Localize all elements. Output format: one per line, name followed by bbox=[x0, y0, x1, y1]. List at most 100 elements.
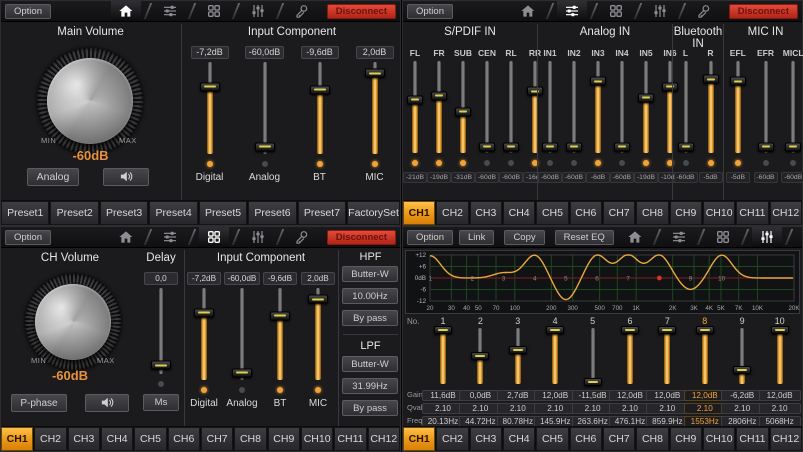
channel-tab-ch4[interactable]: CH4 bbox=[101, 427, 133, 451]
fader-handle[interactable] bbox=[546, 326, 564, 334]
speaker-button[interactable] bbox=[85, 394, 129, 412]
channel-tab-ch5[interactable]: CH5 bbox=[536, 427, 568, 451]
fader-handle[interactable] bbox=[758, 142, 774, 151]
fader-value[interactable]: -9,6dB bbox=[301, 46, 339, 59]
fader-value[interactable]: -7,2dB bbox=[191, 46, 229, 59]
channel-tab-ch2[interactable]: CH2 bbox=[436, 201, 468, 225]
nav-eq-tab[interactable] bbox=[752, 227, 782, 247]
fader-value[interactable]: -60dB bbox=[610, 172, 634, 183]
fader-track[interactable] bbox=[476, 61, 498, 153]
preset-tab-preset1[interactable]: Preset1 bbox=[1, 201, 49, 225]
preset-tab-factoryset[interactable]: FactorySet bbox=[347, 201, 400, 225]
nav-eq-tab[interactable] bbox=[243, 1, 273, 21]
fader-handle[interactable] bbox=[590, 77, 606, 86]
eq-band-fader[interactable] bbox=[731, 328, 753, 384]
eq-response-chart[interactable]: +12+60dB-6-1220304050701002003005007001K… bbox=[406, 251, 799, 313]
lpf-butter-w-button[interactable]: Butter-W bbox=[342, 356, 398, 372]
fader-handle[interactable] bbox=[703, 75, 719, 84]
hpf-by-pass-button[interactable]: By pass bbox=[342, 310, 398, 326]
option-button[interactable]: Option bbox=[407, 230, 453, 245]
fader-track[interactable] bbox=[500, 61, 522, 153]
fader-handle[interactable] bbox=[771, 326, 789, 334]
fader-value[interactable]: -60dB bbox=[781, 172, 803, 183]
nav-eq-tab[interactable] bbox=[243, 227, 273, 247]
preset-tab-preset7[interactable]: Preset7 bbox=[298, 201, 346, 225]
fader-value[interactable]: 2,0dB bbox=[301, 272, 335, 285]
fader-value[interactable]: 2,0dB bbox=[356, 46, 394, 59]
channel-tab-ch6[interactable]: CH6 bbox=[168, 427, 200, 451]
fader-track[interactable] bbox=[254, 62, 276, 154]
fader-value[interactable]: -60dB bbox=[499, 172, 523, 183]
disconnect-button[interactable]: Disconnect bbox=[327, 4, 396, 19]
fader-handle[interactable] bbox=[542, 142, 558, 151]
channel-tab-ch3[interactable]: CH3 bbox=[470, 427, 502, 451]
channel-tab-ch8[interactable]: CH8 bbox=[636, 427, 668, 451]
fader-track[interactable] bbox=[150, 288, 172, 374]
fader-value[interactable]: -6dB bbox=[586, 172, 610, 183]
fader-value[interactable]: -60dB bbox=[754, 172, 778, 183]
fader-handle[interactable] bbox=[509, 346, 527, 354]
channel-tab-ch5[interactable]: CH5 bbox=[134, 427, 166, 451]
fader-handle[interactable] bbox=[200, 82, 220, 91]
fader-handle[interactable] bbox=[232, 368, 252, 377]
nav-key-tab[interactable] bbox=[796, 227, 803, 247]
band-qval-value[interactable]: 2.10 bbox=[759, 403, 801, 414]
reset-eq-button[interactable]: Reset EQ bbox=[555, 230, 614, 245]
fader-track[interactable] bbox=[700, 61, 722, 153]
fader-handle[interactable] bbox=[614, 142, 630, 151]
fader-track[interactable] bbox=[364, 62, 386, 154]
fader-handle[interactable] bbox=[270, 311, 290, 320]
fader-track[interactable] bbox=[404, 61, 426, 153]
band-gain-value[interactable]: 12,0dB bbox=[759, 390, 801, 401]
fader-value[interactable]: -60dB bbox=[562, 172, 586, 183]
nav-grid-tab[interactable] bbox=[199, 227, 229, 247]
channel-tab-ch8[interactable]: CH8 bbox=[234, 427, 266, 451]
channel-tab-ch5[interactable]: CH5 bbox=[536, 201, 568, 225]
fader-value[interactable]: -19dB bbox=[634, 172, 658, 183]
fader-track[interactable] bbox=[675, 61, 697, 153]
fader-value[interactable]: -7,2dB bbox=[187, 272, 221, 285]
channel-tab-ch7[interactable]: CH7 bbox=[603, 427, 635, 451]
channel-tab-ch3[interactable]: CH3 bbox=[470, 201, 502, 225]
fader-handle[interactable] bbox=[431, 91, 447, 100]
fader-handle[interactable] bbox=[455, 107, 471, 116]
nav-home-tab[interactable] bbox=[620, 227, 650, 247]
channel-tab-ch11[interactable]: CH11 bbox=[736, 201, 768, 225]
preset-tab-preset5[interactable]: Preset5 bbox=[199, 201, 247, 225]
fader-value[interactable]: -31dB bbox=[451, 172, 475, 183]
fader-track[interactable] bbox=[309, 62, 331, 154]
fader-handle[interactable] bbox=[194, 308, 214, 317]
fader-handle[interactable] bbox=[678, 142, 694, 151]
fader-value[interactable]: -5dB bbox=[726, 172, 750, 183]
fader-track[interactable] bbox=[231, 288, 253, 380]
channel-tab-ch7[interactable]: CH7 bbox=[603, 201, 635, 225]
fader-handle[interactable] bbox=[733, 366, 751, 374]
fader-handle[interactable] bbox=[730, 77, 746, 86]
fader-handle[interactable] bbox=[365, 69, 385, 78]
eq-band-fader[interactable] bbox=[656, 328, 678, 384]
fader-track[interactable] bbox=[727, 61, 749, 153]
preset-tab-preset4[interactable]: Preset4 bbox=[149, 201, 197, 225]
delay-unit-button[interactable]: Ms bbox=[143, 394, 179, 411]
preset-tab-preset2[interactable]: Preset2 bbox=[50, 201, 98, 225]
fader-value[interactable]: -60dB bbox=[475, 172, 499, 183]
fader-value[interactable]: 0,0 bbox=[144, 272, 178, 285]
channel-tab-ch9[interactable]: CH9 bbox=[670, 427, 702, 451]
fader-handle[interactable] bbox=[479, 142, 495, 151]
channel-tab-ch11[interactable]: CH11 bbox=[736, 427, 768, 451]
nav-key-tab[interactable] bbox=[689, 1, 719, 21]
fader-handle[interactable] bbox=[658, 326, 676, 334]
fader-handle[interactable] bbox=[503, 142, 519, 151]
channel-tab-ch6[interactable]: CH6 bbox=[570, 201, 602, 225]
channel-tab-ch12[interactable]: CH12 bbox=[770, 427, 802, 451]
nav-key-tab[interactable] bbox=[287, 1, 317, 21]
fader-value[interactable]: -60,0dB bbox=[245, 46, 285, 59]
eq-band-fader[interactable] bbox=[469, 328, 491, 384]
fader-value[interactable]: -60dB bbox=[674, 172, 698, 183]
eq-band-fader[interactable] bbox=[582, 328, 604, 384]
option-button[interactable]: Option bbox=[5, 4, 51, 19]
eq-band-fader[interactable] bbox=[507, 328, 529, 384]
fader-handle[interactable] bbox=[471, 352, 489, 360]
nav-grid-tab[interactable] bbox=[199, 1, 229, 21]
eq-band-fader[interactable] bbox=[619, 328, 641, 384]
